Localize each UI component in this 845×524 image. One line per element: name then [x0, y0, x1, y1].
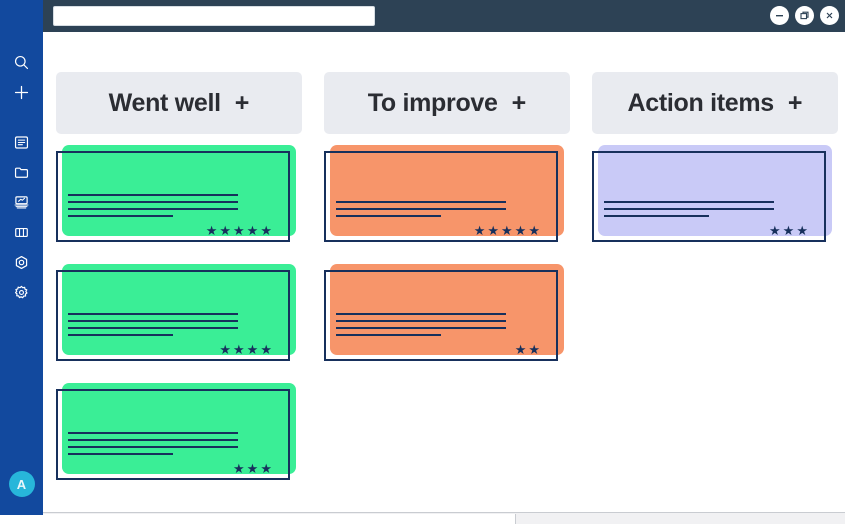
- card-text-line: [68, 320, 238, 322]
- sidebar: A: [0, 0, 43, 515]
- card[interactable]: ★★★: [592, 145, 832, 242]
- card-text-line: [336, 320, 506, 322]
- card[interactable]: ★★★★★: [56, 145, 296, 242]
- column-header-went-well: Went well +: [56, 72, 302, 134]
- columns-icon[interactable]: [0, 217, 43, 247]
- card-text-lines: [68, 194, 278, 217]
- card-text-lines: [336, 201, 546, 217]
- board-canvas: Went well+★★★★★★★★★★★★To improve+★★★★★★★…: [43, 32, 845, 512]
- card-text-line: [604, 215, 709, 217]
- avatar[interactable]: A: [9, 471, 35, 497]
- column-header-action-items: Action items +: [592, 72, 838, 134]
- card-text-line: [68, 313, 238, 315]
- card-text-line: [68, 327, 238, 329]
- card[interactable]: ★★★★: [56, 264, 296, 361]
- column-title: Went well: [109, 89, 221, 118]
- card-star-rating[interactable]: ★★★★★: [68, 224, 278, 237]
- card-star-rating[interactable]: ★★★★★: [336, 224, 546, 237]
- board-columns: Went well+★★★★★★★★★★★★To improve+★★★★★★★…: [43, 32, 838, 502]
- card-text-line: [68, 453, 173, 455]
- card-text-line: [68, 446, 238, 448]
- card-text-line: [68, 194, 238, 196]
- card[interactable]: ★★★★★: [324, 145, 564, 242]
- address-input[interactable]: [53, 6, 375, 26]
- card-text-line: [336, 201, 506, 203]
- search-icon[interactable]: [0, 47, 43, 77]
- close-button[interactable]: [820, 6, 839, 25]
- card-text-lines: [604, 201, 814, 217]
- card-text-line: [336, 334, 441, 336]
- add-card-button-to-improve[interactable]: +: [512, 91, 527, 116]
- card-star-rating[interactable]: ★★★: [68, 462, 278, 475]
- card-text-lines: [68, 432, 278, 455]
- title-bar: [0, 0, 845, 32]
- card-star-rating[interactable]: ★★★: [604, 224, 814, 237]
- card-body: ★★★: [592, 151, 826, 242]
- card-body: ★★★★: [56, 270, 290, 361]
- add-card-button-action-items[interactable]: +: [788, 91, 803, 116]
- app-window: A Went well+★★★★★★★★★★★★To improve+★★★★★…: [0, 0, 845, 524]
- card-text-lines: [336, 313, 546, 336]
- card[interactable]: ★★: [324, 264, 564, 361]
- add-card-button-went-well[interactable]: +: [235, 91, 250, 116]
- folder-icon[interactable]: [0, 157, 43, 187]
- column-to-improve: To improve+★★★★★★★: [324, 72, 570, 502]
- card-text-line: [336, 313, 506, 315]
- settings-gear-icon[interactable]: [0, 277, 43, 307]
- card-text-lines: [68, 313, 278, 336]
- card-star-rating[interactable]: ★★: [336, 343, 546, 356]
- card-text-line: [68, 215, 173, 217]
- card-star-rating[interactable]: ★★★★: [68, 343, 278, 356]
- target-icon[interactable]: [0, 247, 43, 277]
- card-text-line: [336, 327, 506, 329]
- card-text-line: [604, 208, 774, 210]
- card-text-line: [336, 208, 506, 210]
- column-header-to-improve: To improve +: [324, 72, 570, 134]
- presentation-icon[interactable]: [0, 187, 43, 217]
- window-controls: [770, 6, 839, 25]
- column-title: Action items: [627, 89, 773, 118]
- card-text-line: [336, 215, 441, 217]
- card-body: ★★★: [56, 389, 290, 480]
- card-text-line: [68, 201, 238, 203]
- minimize-button[interactable]: [770, 6, 789, 25]
- add-icon[interactable]: [0, 77, 43, 107]
- card-text-line: [68, 439, 238, 441]
- card-body: ★★: [324, 270, 558, 361]
- card[interactable]: ★★★: [56, 383, 296, 480]
- card-text-line: [68, 334, 173, 336]
- restore-button[interactable]: [795, 6, 814, 25]
- card-body: ★★★★★: [324, 151, 558, 242]
- column-action-items: Action items + ★★★: [592, 72, 838, 502]
- column-title: To improve: [368, 89, 498, 118]
- card-text-line: [604, 201, 774, 203]
- card-text-line: [68, 432, 238, 434]
- card-text-line: [68, 208, 238, 210]
- horizontal-scrollbar-thumb[interactable]: [43, 514, 516, 524]
- column-went-well: Went well+★★★★★★★★★★★★: [56, 72, 302, 502]
- card-body: ★★★★★: [56, 151, 290, 242]
- horizontal-scrollbar[interactable]: [43, 512, 845, 524]
- board-icon[interactable]: [0, 127, 43, 157]
